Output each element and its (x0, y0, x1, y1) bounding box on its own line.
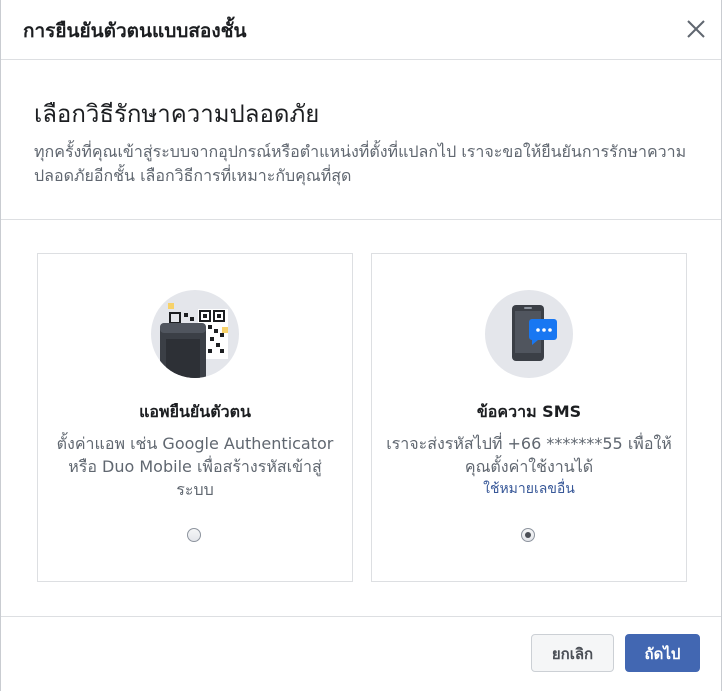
dialog-footer: ยกเลิก ถัดไป (1, 616, 721, 691)
option-description-text: เราจะส่งรหัสไปที่ +66 *******55 เพื่อให้… (386, 434, 672, 476)
option-description: เราจะส่งรหัสไปที่ +66 *******55 เพื่อให้… (386, 432, 672, 500)
section-description: ทุกครั้งที่คุณเข้าสู่ระบบจากอุปกรณ์หรือต… (34, 142, 687, 185)
option-card-sms[interactable]: ข้อความ SMS เราจะส่งรหัสไปที่ +66 ******… (371, 253, 687, 582)
next-button[interactable]: ถัดไป (625, 634, 700, 672)
option-description: ตั้งค่าแอพ เช่น Google Authenticator หรื… (52, 432, 338, 501)
sms-radio[interactable] (521, 528, 535, 542)
options-area: แอพยืนยันตัวตน ตั้งค่าแอพ เช่น Google Au… (1, 220, 721, 616)
option-description-text: ตั้งค่าแอพ เช่น Google Authenticator หรื… (56, 434, 334, 499)
dialog-header: การยืนยันตัวตนแบบสองชั้น (1, 0, 721, 60)
intro-section: เลือกวิธีรักษาความปลอดภัย ทุกครั้งที่คุณ… (1, 60, 721, 220)
section-title: เลือกวิธีรักษาความปลอดภัย (34, 100, 320, 128)
dialog-title: การยืนยันตัวตนแบบสองชั้น (23, 20, 247, 42)
authenticator-app-icon (150, 289, 240, 379)
use-other-number-link[interactable]: ใช้หมายเลขอื่น (386, 478, 672, 500)
cancel-button[interactable]: ยกเลิก (531, 634, 614, 672)
option-title: ข้อความ SMS (476, 402, 582, 421)
authenticator-app-radio[interactable] (187, 528, 201, 542)
option-card-authenticator-app[interactable]: แอพยืนยันตัวตน ตั้งค่าแอพ เช่น Google Au… (37, 253, 353, 582)
close-icon[interactable] (685, 18, 707, 40)
option-title: แอพยืนยันตัวตน (139, 402, 251, 421)
sms-phone-icon (484, 289, 574, 379)
two-factor-dialog: การยืนยันตัวตนแบบสองชั้น เลือกวิธีรักษาค… (0, 0, 722, 691)
